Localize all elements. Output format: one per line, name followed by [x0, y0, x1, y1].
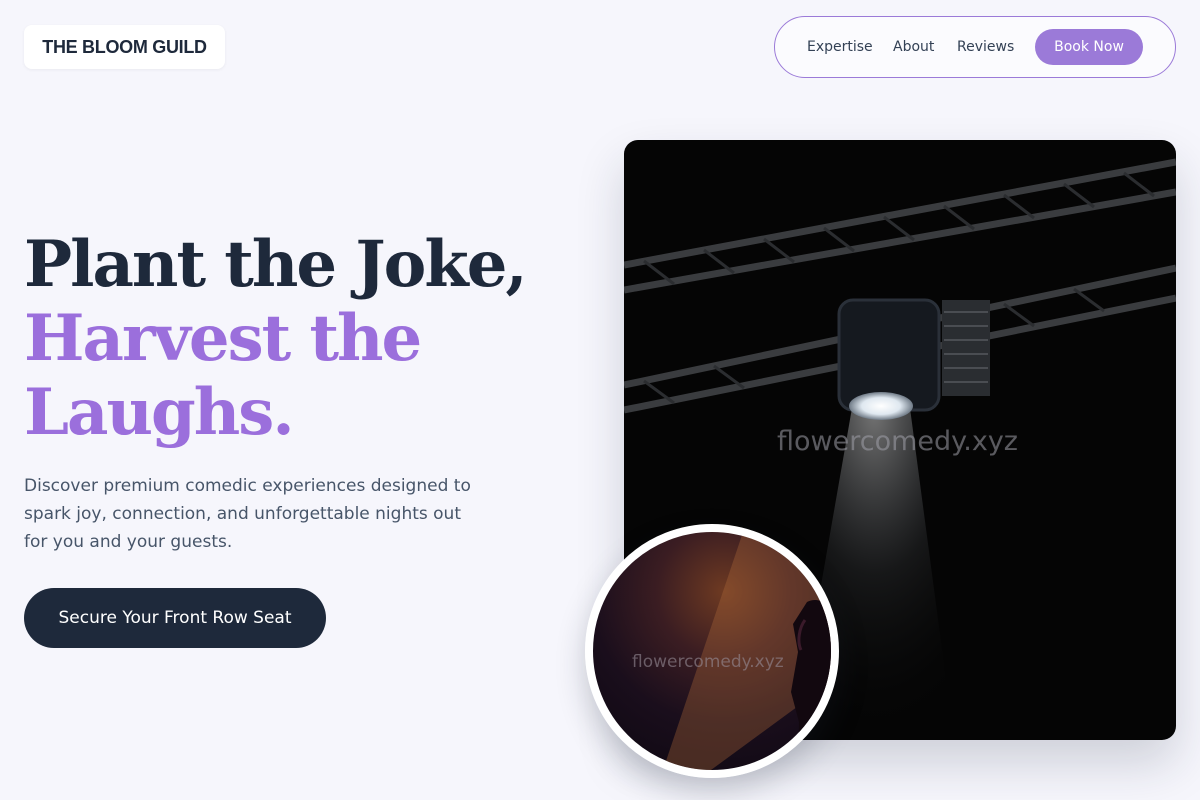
inset-watermark: flowercomedy.xyz	[632, 652, 784, 672]
brand-logo[interactable]: THE BLOOM GUILD	[24, 25, 225, 69]
headline-line-3: Laughs.	[24, 375, 295, 450]
performer-illustration	[663, 532, 831, 770]
hero-subtext: Discover premium comedic experiences des…	[24, 476, 471, 552]
nav-link-reviews[interactable]: Reviews	[957, 17, 1014, 77]
hero-headline: Plant the Joke, Harvest the Laughs.	[24, 227, 528, 450]
nav-link-about[interactable]: About	[893, 17, 934, 77]
main-nav: Expertise About Reviews Book Now	[774, 16, 1176, 78]
book-now-button[interactable]: Book Now	[1035, 29, 1143, 65]
image-watermark: flowercomedy.xyz	[777, 426, 1018, 457]
headline-line-1: Plant the Joke,	[24, 227, 528, 302]
nav-link-expertise[interactable]: Expertise	[807, 17, 873, 77]
secure-seat-button[interactable]: Secure Your Front Row Seat	[24, 588, 326, 648]
headline-line-2: Harvest the	[24, 301, 422, 376]
performer-inset-image: flowercomedy.xyz	[585, 524, 839, 778]
